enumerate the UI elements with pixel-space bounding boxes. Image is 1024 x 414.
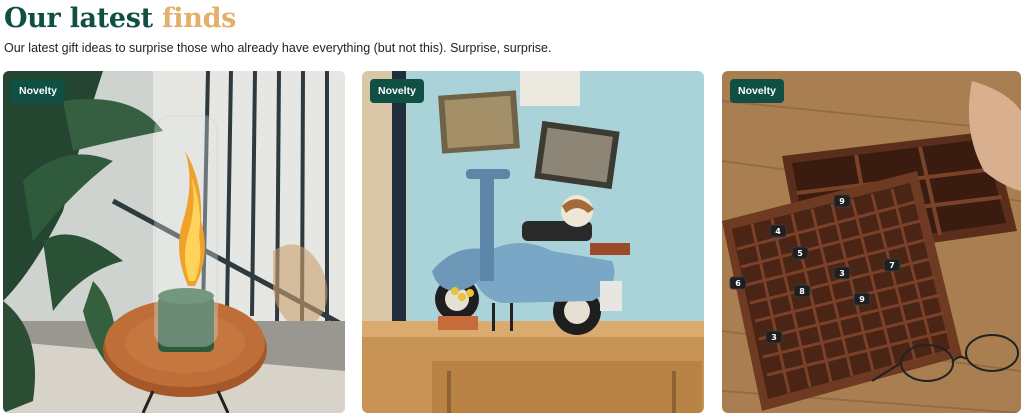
svg-text:8: 8: [799, 287, 805, 296]
product-image-lantern: [3, 71, 345, 413]
svg-text:9: 9: [859, 295, 865, 304]
svg-text:3: 3: [771, 333, 777, 342]
product-image-sudoku: 9 4 5 3 7 6 8 9 3: [722, 71, 1021, 413]
product-card-lantern[interactable]: Novelty: [3, 71, 345, 413]
novelty-badge: Novelty: [11, 79, 65, 103]
section-subtitle: Our latest gift ideas to surprise those …: [4, 41, 552, 55]
svg-text:6: 6: [735, 279, 741, 288]
title-part-accent: finds: [161, 3, 237, 34]
novelty-badge: Novelty: [370, 79, 424, 103]
novelty-badge: Novelty: [730, 79, 784, 103]
product-image-scooter: [362, 71, 704, 413]
product-card-sudoku[interactable]: 9 4 5 3 7 6 8 9 3 Novelty: [722, 71, 1021, 413]
svg-text:3: 3: [839, 269, 845, 278]
svg-text:5: 5: [797, 249, 803, 258]
svg-text:4: 4: [775, 227, 781, 236]
product-card-scooter[interactable]: Novelty: [362, 71, 704, 413]
svg-text:9: 9: [839, 197, 845, 206]
title-part-primary: Our latest: [4, 3, 153, 34]
section-title: Our latest finds: [4, 2, 236, 36]
svg-text:7: 7: [889, 261, 895, 270]
